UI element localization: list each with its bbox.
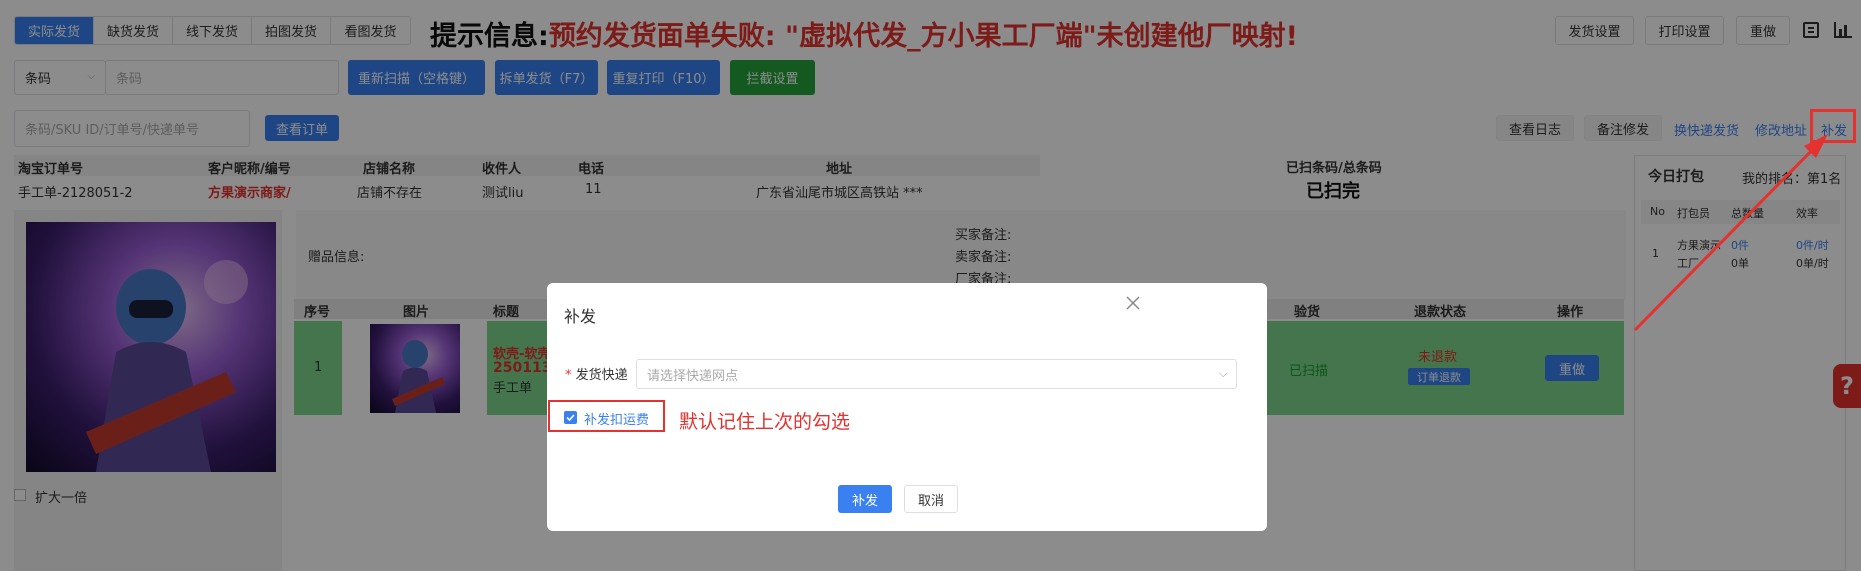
required-mark: *	[565, 368, 576, 383]
annotation-note: 默认记住上次的勾选	[679, 411, 851, 433]
express-label: * 发货快递	[565, 364, 628, 383]
chevron-down-icon: ⌵	[1219, 367, 1228, 380]
annotation-arrow	[1633, 134, 1828, 332]
express-select[interactable]: 请选择快递网点	[636, 359, 1237, 389]
confirm-reissue-button[interactable]: 补发	[838, 485, 892, 513]
reissue-deduct-checkbox[interactable]	[564, 411, 577, 424]
reissue-dialog: 补发 * 发货快递 请选择快递网点 ⌵ 补发扣运费 默认记住上次的勾选 补发 取…	[547, 283, 1267, 531]
close-icon[interactable]	[1123, 293, 1143, 313]
cancel-button[interactable]: 取消	[904, 485, 958, 513]
reissue-deduct-label[interactable]: 补发扣运费	[584, 409, 649, 428]
check-icon	[566, 414, 575, 422]
express-label-text: 发货快递	[575, 368, 628, 383]
dialog-title: 补发	[564, 307, 597, 326]
